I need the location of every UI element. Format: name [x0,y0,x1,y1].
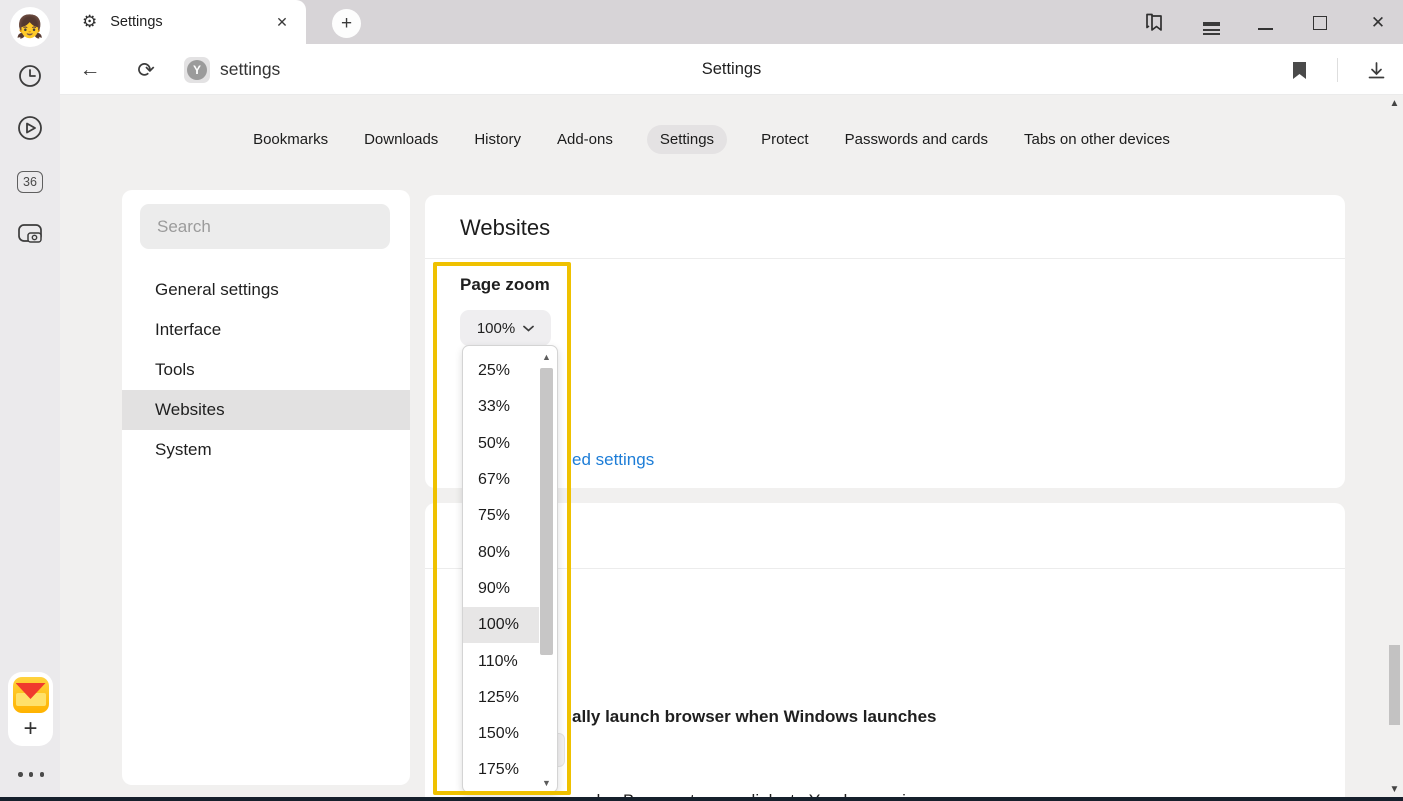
tab-close-icon[interactable]: ✕ [272,12,292,32]
tab-counter-badge[interactable]: 36 [14,166,46,198]
nav-protect[interactable]: Protect [759,125,811,154]
page-zoom-select[interactable]: 100% [460,310,551,346]
new-tab-button[interactable]: + [332,9,361,38]
advanced-settings-link-fragment[interactable]: ed settings [572,450,654,470]
nav-other-devices[interactable]: Tabs on other devices [1022,125,1172,154]
browser-toolbar: ← ⟳ Y settings Settings [60,44,1403,95]
page-zoom-dropdown: 25% 33% 50% 67% 75% 80% 90% 100% 110% 12… [462,345,558,793]
sidebar-item-system[interactable]: System [122,430,410,470]
page-scroll-down-icon[interactable]: ▼ [1386,781,1403,797]
page-zoom-label: Page zoom [460,275,550,295]
browser-sidebar: 👧 36 + [0,0,60,797]
address-page-title: Settings [60,60,1403,79]
tab-count-label: 36 [17,171,43,193]
browser-window: 👧 36 + ⚙ Settings ✕ + [0,0,1403,801]
settings-nav: Bookmarks Downloads History Add-ons Sett… [60,125,1363,154]
nav-history[interactable]: History [472,125,523,154]
tab-groups-icon[interactable] [1142,10,1168,36]
sidebar-more-icon[interactable] [18,772,44,777]
sidebar-item-interface[interactable]: Interface [122,310,410,350]
zoom-option-50[interactable]: 50% [463,426,539,462]
chevron-down-icon [523,325,534,332]
search-input[interactable] [140,204,390,249]
play-media-icon[interactable] [14,112,46,144]
zoom-option-75[interactable]: 75% [463,498,539,534]
nav-passwords[interactable]: Passwords and cards [843,125,990,154]
zoom-option-25[interactable]: 25% [463,353,539,389]
dropdown-scrollbar[interactable]: ▲ ▼ [538,350,555,790]
window-minimize-button[interactable] [1252,10,1278,36]
bookmark-icon[interactable] [1285,56,1313,84]
tab-gear-icon: ⚙ [82,12,97,32]
zoom-option-175[interactable]: 175% [463,752,539,788]
window-bottom-edge [0,797,1403,801]
websites-card-title: Websites [460,215,550,241]
settings-page: Bookmarks Downloads History Add-ons Sett… [60,95,1403,797]
zoom-option-110[interactable]: 110% [463,643,539,679]
scroll-up-icon[interactable]: ▲ [538,350,555,364]
tab-title: Settings [110,14,162,30]
browser-tab-settings[interactable]: ⚙ Settings ✕ [60,0,306,44]
zoom-option-80[interactable]: 80% [463,534,539,570]
card-divider [425,568,1345,569]
downloads-icon[interactable] [1362,56,1390,84]
page-zoom-value: 100% [477,320,515,337]
nav-downloads[interactable]: Downloads [362,125,440,154]
settings-section-list: General settings Interface Tools Website… [122,270,410,470]
window-close-button[interactable]: ✕ [1365,10,1391,36]
nav-settings-active[interactable]: Settings [647,125,727,154]
quick-launch-panel: + [8,672,53,746]
history-clock-icon[interactable] [14,60,46,92]
websites-card: Websites Page zoom 100% ed settings site… [425,195,1345,488]
card-divider [425,258,1345,259]
nav-bookmarks[interactable]: Bookmarks [251,125,330,154]
window-maximize-button[interactable] [1307,10,1333,36]
sidebar-item-tools[interactable]: Tools [122,350,410,390]
dropdown-scrollbar-thumb[interactable] [540,368,553,655]
tab-strip: ⚙ Settings ✕ + ✕ [60,0,1403,44]
page-scrollbar[interactable]: ▲ ▼ [1386,95,1403,797]
scroll-down-icon[interactable]: ▼ [538,776,555,790]
zoom-option-125[interactable]: 125% [463,680,539,716]
zoom-option-67[interactable]: 67% [463,462,539,498]
sidebar-item-general[interactable]: General settings [122,270,410,310]
second-settings-card: ally launch browser when Windows launche… [425,503,1345,797]
browser-menu-icon[interactable] [1198,10,1224,36]
zoom-option-100-selected[interactable]: 100% [463,607,539,643]
screenshot-icon[interactable] [14,218,46,250]
add-shortcut-button[interactable]: + [8,714,53,744]
settings-sidebar-card: General settings Interface Tools Website… [122,190,410,785]
toolbar-separator [1337,58,1338,82]
zoom-option-33[interactable]: 33% [463,389,539,425]
autolaunch-text-fragment: ally launch browser when Windows launche… [572,707,936,727]
page-scroll-up-icon[interactable]: ▲ [1386,95,1403,111]
sidebar-item-websites[interactable]: Websites [122,390,410,430]
zoom-option-90[interactable]: 90% [463,571,539,607]
zoom-option-150[interactable]: 150% [463,716,539,752]
zoom-option-list: 25% 33% 50% 67% 75% 80% 90% 100% 110% 12… [463,353,539,789]
yandex-mail-icon[interactable] [13,677,49,713]
page-scrollbar-thumb[interactable] [1389,645,1400,725]
nav-add-ons[interactable]: Add-ons [555,125,615,154]
profile-avatar[interactable]: 👧 [10,7,50,47]
